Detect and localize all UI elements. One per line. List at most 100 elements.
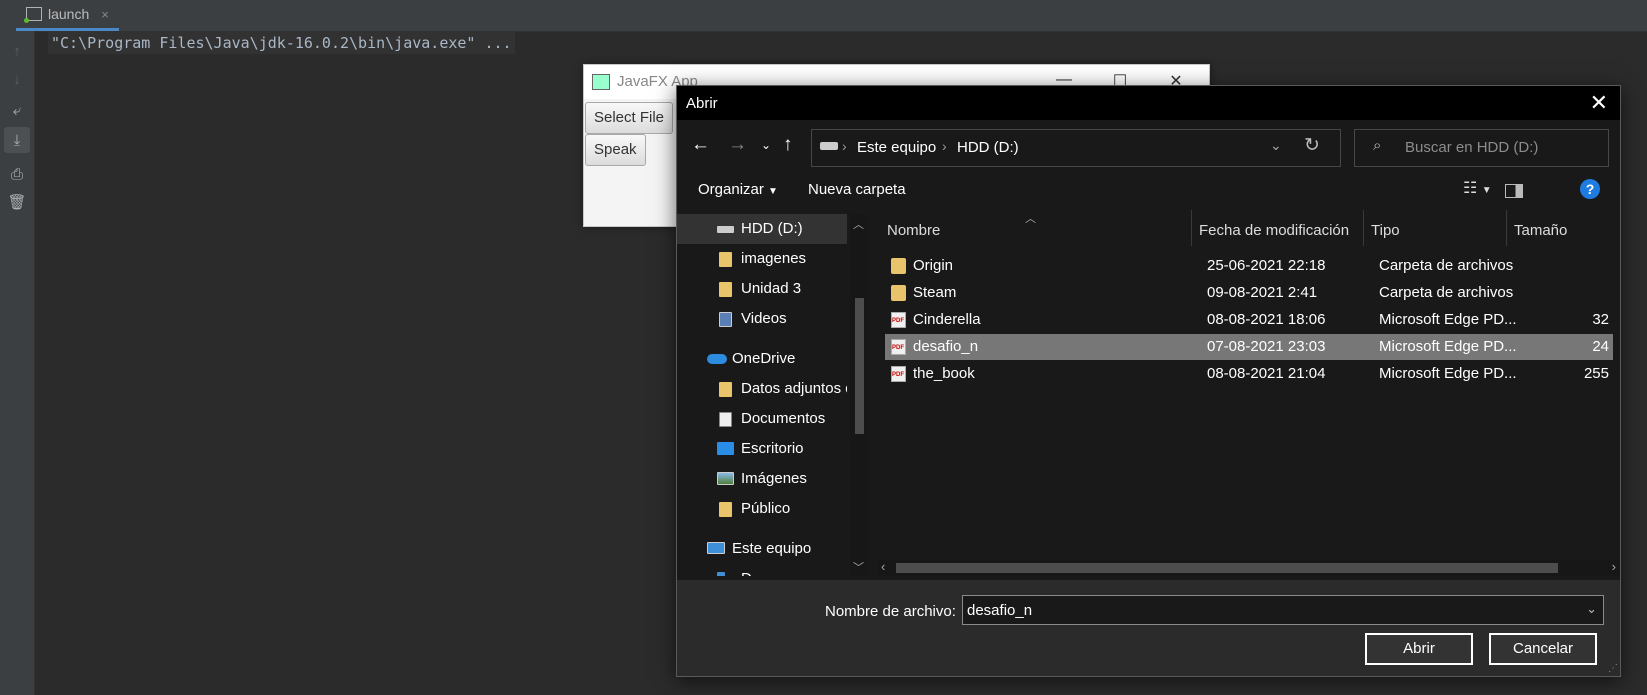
- cancel-button[interactable]: Cancelar: [1489, 633, 1597, 665]
- nav-item-label: Público: [741, 500, 791, 517]
- resize-grip-icon[interactable]: ⋰: [1608, 663, 1618, 674]
- close-icon[interactable]: ✕: [1590, 90, 1608, 116]
- chevron-down-icon[interactable]: ⌄: [1586, 601, 1597, 617]
- nav-item-videos[interactable]: Videos: [677, 304, 847, 334]
- column-header-type[interactable]: Tipo: [1371, 215, 1400, 247]
- pdf-icon: [891, 312, 906, 328]
- folder-icon: [891, 258, 906, 274]
- address-bar[interactable]: › Este equipo › HDD (D:) ⌄ ↻: [811, 129, 1341, 167]
- file-row[interactable]: Origin 25-06-2021 22:18 Carpeta de archi…: [885, 253, 1613, 279]
- back-arrow-icon[interactable]: ←: [691, 134, 710, 156]
- scroll-left-icon[interactable]: ‹: [881, 559, 885, 574]
- scroll-to-end-icon[interactable]: ⤓: [4, 127, 30, 153]
- nav-item-label: Documentos: [741, 410, 826, 427]
- pictures-icon: [717, 472, 734, 485]
- column-divider[interactable]: [1191, 210, 1192, 246]
- nav-item-label: imagenes: [741, 250, 807, 267]
- select-file-button[interactable]: Select File: [585, 102, 674, 134]
- refresh-icon[interactable]: ↻: [1304, 134, 1320, 157]
- filename-field[interactable]: desafio_n ⌄: [962, 595, 1604, 625]
- print-icon[interactable]: ⎙: [4, 161, 30, 187]
- nav-item-onedrive[interactable]: OneDrive: [677, 344, 847, 374]
- file-size: 32: [1592, 311, 1609, 328]
- folder-icon: [891, 285, 906, 301]
- nav-item-unidad-3[interactable]: Unidad 3: [677, 274, 847, 304]
- folder-icon: [719, 382, 732, 397]
- up-arrow-icon[interactable]: ↑: [783, 134, 793, 156]
- chevron-right-icon[interactable]: ›: [942, 138, 947, 154]
- dialog-title: Abrir: [686, 95, 718, 112]
- trash-icon[interactable]: 🗑: [4, 189, 30, 215]
- videos-icon: [719, 312, 732, 327]
- scroll-right-icon[interactable]: ›: [1612, 559, 1616, 574]
- search-icon: ⌕: [1373, 137, 1382, 154]
- horizontal-scrollbar[interactable]: ‹ ›: [877, 559, 1620, 576]
- scrollbar-thumb[interactable]: [896, 563, 1558, 573]
- file-date: 07-08-2021 23:03: [1207, 338, 1326, 355]
- nav-item-publico[interactable]: Público: [677, 494, 847, 524]
- file-name: Origin: [913, 257, 954, 274]
- nav-item-hdd[interactable]: HDD (D:): [677, 214, 847, 244]
- column-divider[interactable]: [1363, 210, 1364, 246]
- column-header-name[interactable]: Nombre: [887, 215, 940, 247]
- nav-item-drive-d[interactable]: D: [677, 564, 847, 576]
- filename-value: desafio_n: [967, 602, 1033, 619]
- file-row[interactable]: Steam 09-08-2021 2:41 Carpeta de archivo…: [885, 280, 1613, 306]
- run-config-icon: [24, 7, 42, 23]
- chevron-down-icon[interactable]: ⌄: [1270, 137, 1282, 154]
- desktop-icon: [717, 442, 734, 455]
- view-options-icon[interactable]: ☷ ▼: [1463, 178, 1492, 198]
- nav-item-imagenes-lib[interactable]: Imágenes: [677, 464, 847, 494]
- file-row[interactable]: Cinderella 08-08-2021 18:06 Microsoft Ed…: [885, 307, 1613, 333]
- nav-item-label: D: [741, 570, 752, 576]
- arrow-up-icon[interactable]: ↑: [4, 38, 30, 64]
- ide-tab-bar: launch ×: [0, 0, 1647, 32]
- pdf-icon: [891, 339, 906, 355]
- recent-locations-chevron-icon[interactable]: ⌄: [761, 138, 771, 152]
- nav-item-imagenes[interactable]: imagenes: [677, 244, 847, 274]
- file-list: ︿ Nombre Fecha de modificación Tipo Tama…: [877, 210, 1620, 580]
- column-divider[interactable]: [1506, 210, 1507, 246]
- new-folder-button[interactable]: Nueva carpeta: [808, 181, 906, 198]
- help-icon[interactable]: ?: [1580, 179, 1600, 199]
- forward-arrow-icon[interactable]: →: [728, 134, 747, 156]
- file-name: desafio_n: [913, 338, 979, 355]
- nav-item-este-equipo[interactable]: Este equipo: [677, 534, 847, 564]
- tab-launch[interactable]: launch ×: [16, 0, 119, 31]
- nav-item-label: Datos adjuntos de: [741, 380, 847, 397]
- scroll-down-icon[interactable]: ﹀: [853, 559, 864, 575]
- chevron-right-icon[interactable]: ›: [842, 138, 847, 154]
- file-row[interactable]: the_book 08-08-2021 21:04 Microsoft Edge…: [885, 361, 1613, 387]
- file-date: 25-06-2021 22:18: [1207, 257, 1326, 274]
- open-file-dialog: Abrir ✕ ← → ⌄ ↑ › Este equipo › HDD (D:)…: [676, 85, 1621, 677]
- documents-icon: [719, 412, 732, 427]
- file-type: Carpeta de archivos: [1379, 257, 1514, 274]
- arrow-down-icon[interactable]: ↓: [4, 66, 30, 92]
- nav-item-documentos[interactable]: Documentos: [677, 404, 847, 434]
- speak-button[interactable]: Speak: [585, 134, 646, 166]
- column-header-date[interactable]: Fecha de modificación: [1199, 215, 1349, 247]
- file-date: 08-08-2021 21:04: [1207, 365, 1326, 382]
- breadcrumb-este-equipo[interactable]: Este equipo: [857, 139, 936, 156]
- open-button[interactable]: Abrir: [1365, 633, 1473, 665]
- soft-wrap-icon[interactable]: ⤶: [4, 97, 30, 123]
- navigation-bar: ← → ⌄ ↑ › Este equipo › HDD (D:) ⌄ ↻ ⌕ B…: [677, 120, 1620, 170]
- nav-item-label: Videos: [741, 310, 787, 327]
- column-header-size[interactable]: Tamaño: [1514, 215, 1567, 247]
- organize-button[interactable]: Organizar ▼: [698, 181, 778, 198]
- file-date: 09-08-2021 2:41: [1207, 284, 1318, 301]
- nav-item-escritorio[interactable]: Escritorio: [677, 434, 847, 464]
- scrollbar-thumb[interactable]: [855, 298, 864, 434]
- close-icon[interactable]: ×: [101, 7, 109, 22]
- scroll-up-icon[interactable]: ︿: [853, 216, 864, 232]
- preview-pane-icon[interactable]: [1505, 184, 1523, 198]
- nav-item-label: Escritorio: [741, 440, 804, 457]
- nav-scrollbar[interactable]: ︿ ﹀: [850, 214, 868, 576]
- tab-label: launch: [48, 6, 90, 22]
- breadcrumb-hdd[interactable]: HDD (D:): [957, 139, 1019, 156]
- file-size: 24: [1592, 338, 1609, 355]
- search-input[interactable]: ⌕ Buscar en HDD (D:): [1354, 129, 1609, 167]
- file-name: Steam: [913, 284, 957, 301]
- file-row-selected[interactable]: desafio_n 07-08-2021 23:03 Microsoft Edg…: [885, 334, 1613, 360]
- nav-item-datos-adjuntos[interactable]: Datos adjuntos de: [677, 374, 847, 404]
